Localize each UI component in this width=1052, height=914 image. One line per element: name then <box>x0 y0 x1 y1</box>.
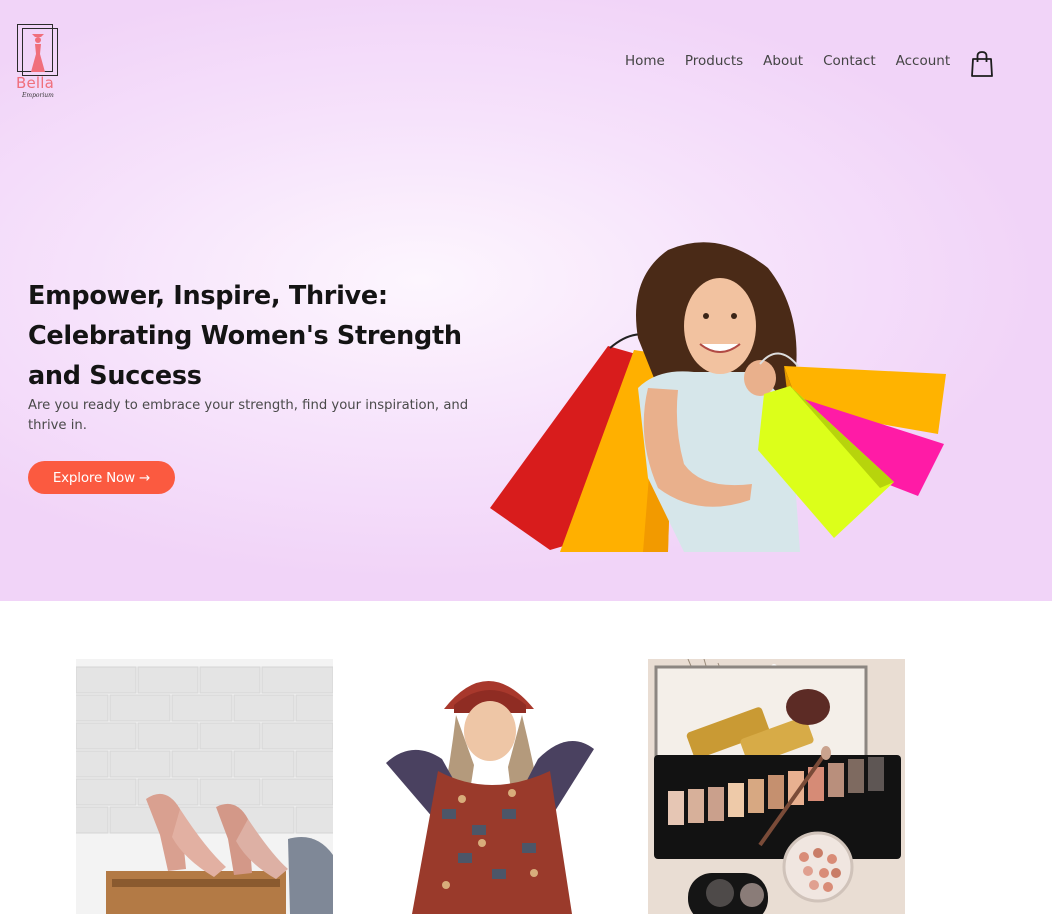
nav-products-link[interactable]: Products <box>685 53 743 69</box>
product-tile-sandals[interactable] <box>76 659 333 914</box>
nav-account-link[interactable]: Account <box>896 53 951 69</box>
hero-headline: Empower, Inspire, Thrive: Celebrating Wo… <box>28 276 488 396</box>
brand-logo[interactable]: Bella Emporium <box>14 22 62 102</box>
hero-headline-line3: and Success <box>28 361 202 391</box>
woman-red-hat-image <box>362 659 619 914</box>
hero-headline-line1: Empower, Inspire, Thrive: <box>28 281 388 311</box>
product-tile-makeup[interactable] <box>648 659 905 914</box>
logo-woman-figure-icon <box>31 34 45 72</box>
makeup-palette-image <box>648 659 905 914</box>
hero-subtext: Are you ready to embrace your strength, … <box>28 398 469 433</box>
shopping-bag-icon[interactable] <box>970 50 994 78</box>
main-nav: Home Products About Contact Account <box>615 53 960 69</box>
sandals-image <box>76 659 333 914</box>
nav-home-link[interactable]: Home <box>625 53 665 69</box>
hero-image-woman-shopping-bags <box>490 242 946 552</box>
product-tile-fashion[interactable] <box>362 659 619 914</box>
brand-tagline: Emporium <box>22 92 54 99</box>
explore-now-button[interactable]: Explore Now → <box>28 461 175 494</box>
nav-contact-link[interactable]: Contact <box>823 53 876 69</box>
hero-headline-line2: Celebrating Women's Strength <box>28 321 462 351</box>
brand-name: Bella <box>16 74 55 92</box>
nav-about-link[interactable]: About <box>763 53 803 69</box>
